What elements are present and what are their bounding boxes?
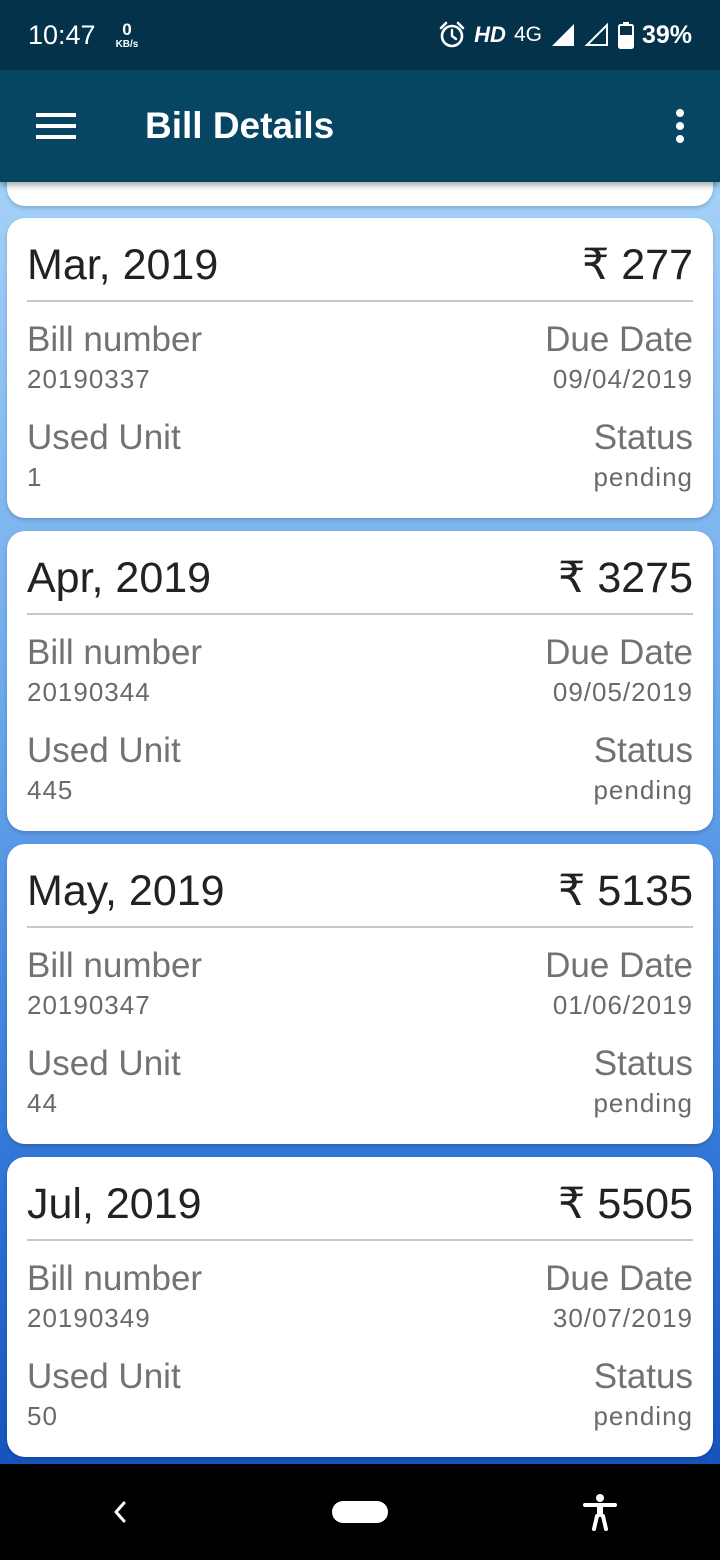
alarm-icon — [439, 21, 465, 48]
network-type: 4G — [513, 23, 542, 46]
back-icon — [114, 1501, 126, 1523]
used-unit-label: Used Unit — [27, 1357, 181, 1396]
due-date-label: Due Date — [545, 946, 693, 985]
status-value: pending — [593, 775, 693, 805]
used-unit-block: Used Unit 44 — [27, 1042, 181, 1120]
status-label: Status — [593, 1357, 693, 1396]
system-nav-bar — [0, 1464, 720, 1560]
status-label: Status — [593, 1044, 693, 1083]
used-unit-value: 50 — [27, 1401, 58, 1431]
status-value: pending — [593, 1401, 693, 1431]
bill-number-value: 20190347 — [27, 990, 151, 1020]
bill-number-block: Bill number 20190337 — [27, 318, 202, 396]
status-label: Status — [593, 731, 693, 770]
bill-number-block: Bill number 20190344 — [27, 631, 202, 709]
bill-number-label: Bill number — [27, 633, 203, 672]
bill-card-header: Apr, 2019 ₹ 3275 — [27, 531, 693, 615]
hd-indicator: HD — [474, 22, 506, 47]
bill-card[interactable]: Apr, 2019 ₹ 3275 Bill number 20190344 Du… — [7, 531, 713, 831]
status-label: Status — [593, 418, 693, 457]
used-unit-value: 1 — [27, 462, 43, 492]
due-date-label: Due Date — [545, 1259, 693, 1298]
bill-list[interactable]: Mar, 2019 ₹ 277 Bill number 20190337 Due… — [0, 182, 720, 1464]
more-options-button[interactable] — [640, 70, 720, 182]
used-unit-block: Used Unit 1 — [27, 416, 181, 494]
network-speed: 0 KB/s — [116, 21, 139, 50]
due-date-value: 30/07/2019 — [552, 1303, 693, 1333]
used-unit-block: Used Unit 50 — [27, 1355, 181, 1433]
page-title: Bill Details — [145, 105, 335, 146]
due-date-label: Due Date — [545, 633, 693, 672]
bill-period: Apr, 2019 — [27, 553, 212, 602]
bill-card-header: May, 2019 ₹ 5135 — [27, 844, 693, 928]
signal-full-icon — [551, 24, 574, 46]
due-date-label: Due Date — [545, 320, 693, 359]
due-date-block: Due Date 09/05/2019 — [545, 631, 693, 709]
network-speed-unit: KB/s — [115, 38, 139, 50]
due-date-block: Due Date 30/07/2019 — [545, 1257, 693, 1335]
bill-number-block: Bill number 20190349 — [27, 1257, 202, 1335]
signal-empty-icon — [584, 22, 608, 46]
status-block: Status pending — [593, 729, 693, 807]
hamburger-icon — [36, 113, 76, 139]
bill-number-label: Bill number — [27, 946, 203, 985]
more-vert-icon — [676, 109, 684, 143]
bill-amount: ₹ 277 — [581, 241, 693, 289]
used-unit-value: 445 — [27, 775, 74, 805]
status-indicators: HD 4G 39% — [438, 21, 692, 50]
bill-amount: ₹ 3275 — [558, 554, 693, 602]
bill-card-partial[interactable] — [7, 182, 713, 206]
bill-period: Mar, 2019 — [27, 240, 219, 289]
bill-number-block: Bill number 20190347 — [27, 944, 202, 1022]
bill-number-value: 20190349 — [27, 1303, 151, 1333]
status-time: 10:47 — [28, 19, 96, 50]
due-date-value: 09/04/2019 — [552, 364, 693, 394]
bill-number-value: 20190337 — [27, 364, 151, 394]
battery-icon — [617, 22, 634, 49]
home-pill-icon — [332, 1501, 388, 1523]
bill-number-label: Bill number — [27, 1259, 203, 1298]
used-unit-block: Used Unit 445 — [27, 729, 181, 807]
due-date-block: Due Date 09/04/2019 — [545, 318, 693, 396]
status-value: pending — [593, 462, 693, 492]
used-unit-label: Used Unit — [27, 731, 181, 770]
used-unit-label: Used Unit — [27, 1044, 181, 1083]
status-bar: 10:47 0 KB/s HD 4G 39% — [0, 0, 720, 70]
bill-card[interactable]: Mar, 2019 ₹ 277 Bill number 20190337 Due… — [7, 218, 713, 518]
battery-percent: 39% — [641, 20, 692, 49]
due-date-value: 09/05/2019 — [552, 677, 693, 707]
status-block: Status pending — [593, 416, 693, 494]
bill-card[interactable]: May, 2019 ₹ 5135 Bill number 20190347 Du… — [7, 844, 713, 1144]
status-block: Status pending — [593, 1042, 693, 1120]
bill-number-label: Bill number — [27, 320, 203, 359]
menu-button[interactable] — [0, 70, 112, 182]
accessibility-icon — [583, 1494, 617, 1531]
due-date-value: 01/06/2019 — [552, 990, 693, 1020]
used-unit-value: 44 — [27, 1088, 58, 1118]
bill-card[interactable]: Jul, 2019 ₹ 5505 Bill number 20190349 Du… — [7, 1157, 713, 1457]
home-button[interactable] — [305, 1464, 415, 1560]
status-block: Status pending — [593, 1355, 693, 1433]
bill-amount: ₹ 5505 — [558, 1180, 693, 1228]
accessibility-button[interactable] — [545, 1464, 655, 1560]
bill-amount: ₹ 5135 — [558, 867, 693, 915]
bill-card-header: Jul, 2019 ₹ 5505 — [27, 1157, 693, 1241]
bill-period: Jul, 2019 — [27, 1179, 202, 1228]
back-button[interactable] — [65, 1464, 175, 1560]
app-bar: Bill Details — [0, 70, 720, 182]
bill-card-header: Mar, 2019 ₹ 277 — [27, 218, 693, 302]
bill-period: May, 2019 — [27, 866, 225, 915]
status-value: pending — [593, 1088, 693, 1118]
used-unit-label: Used Unit — [27, 418, 181, 457]
network-speed-value: 0 — [122, 19, 132, 39]
due-date-block: Due Date 01/06/2019 — [545, 944, 693, 1022]
bill-number-value: 20190344 — [27, 677, 151, 707]
